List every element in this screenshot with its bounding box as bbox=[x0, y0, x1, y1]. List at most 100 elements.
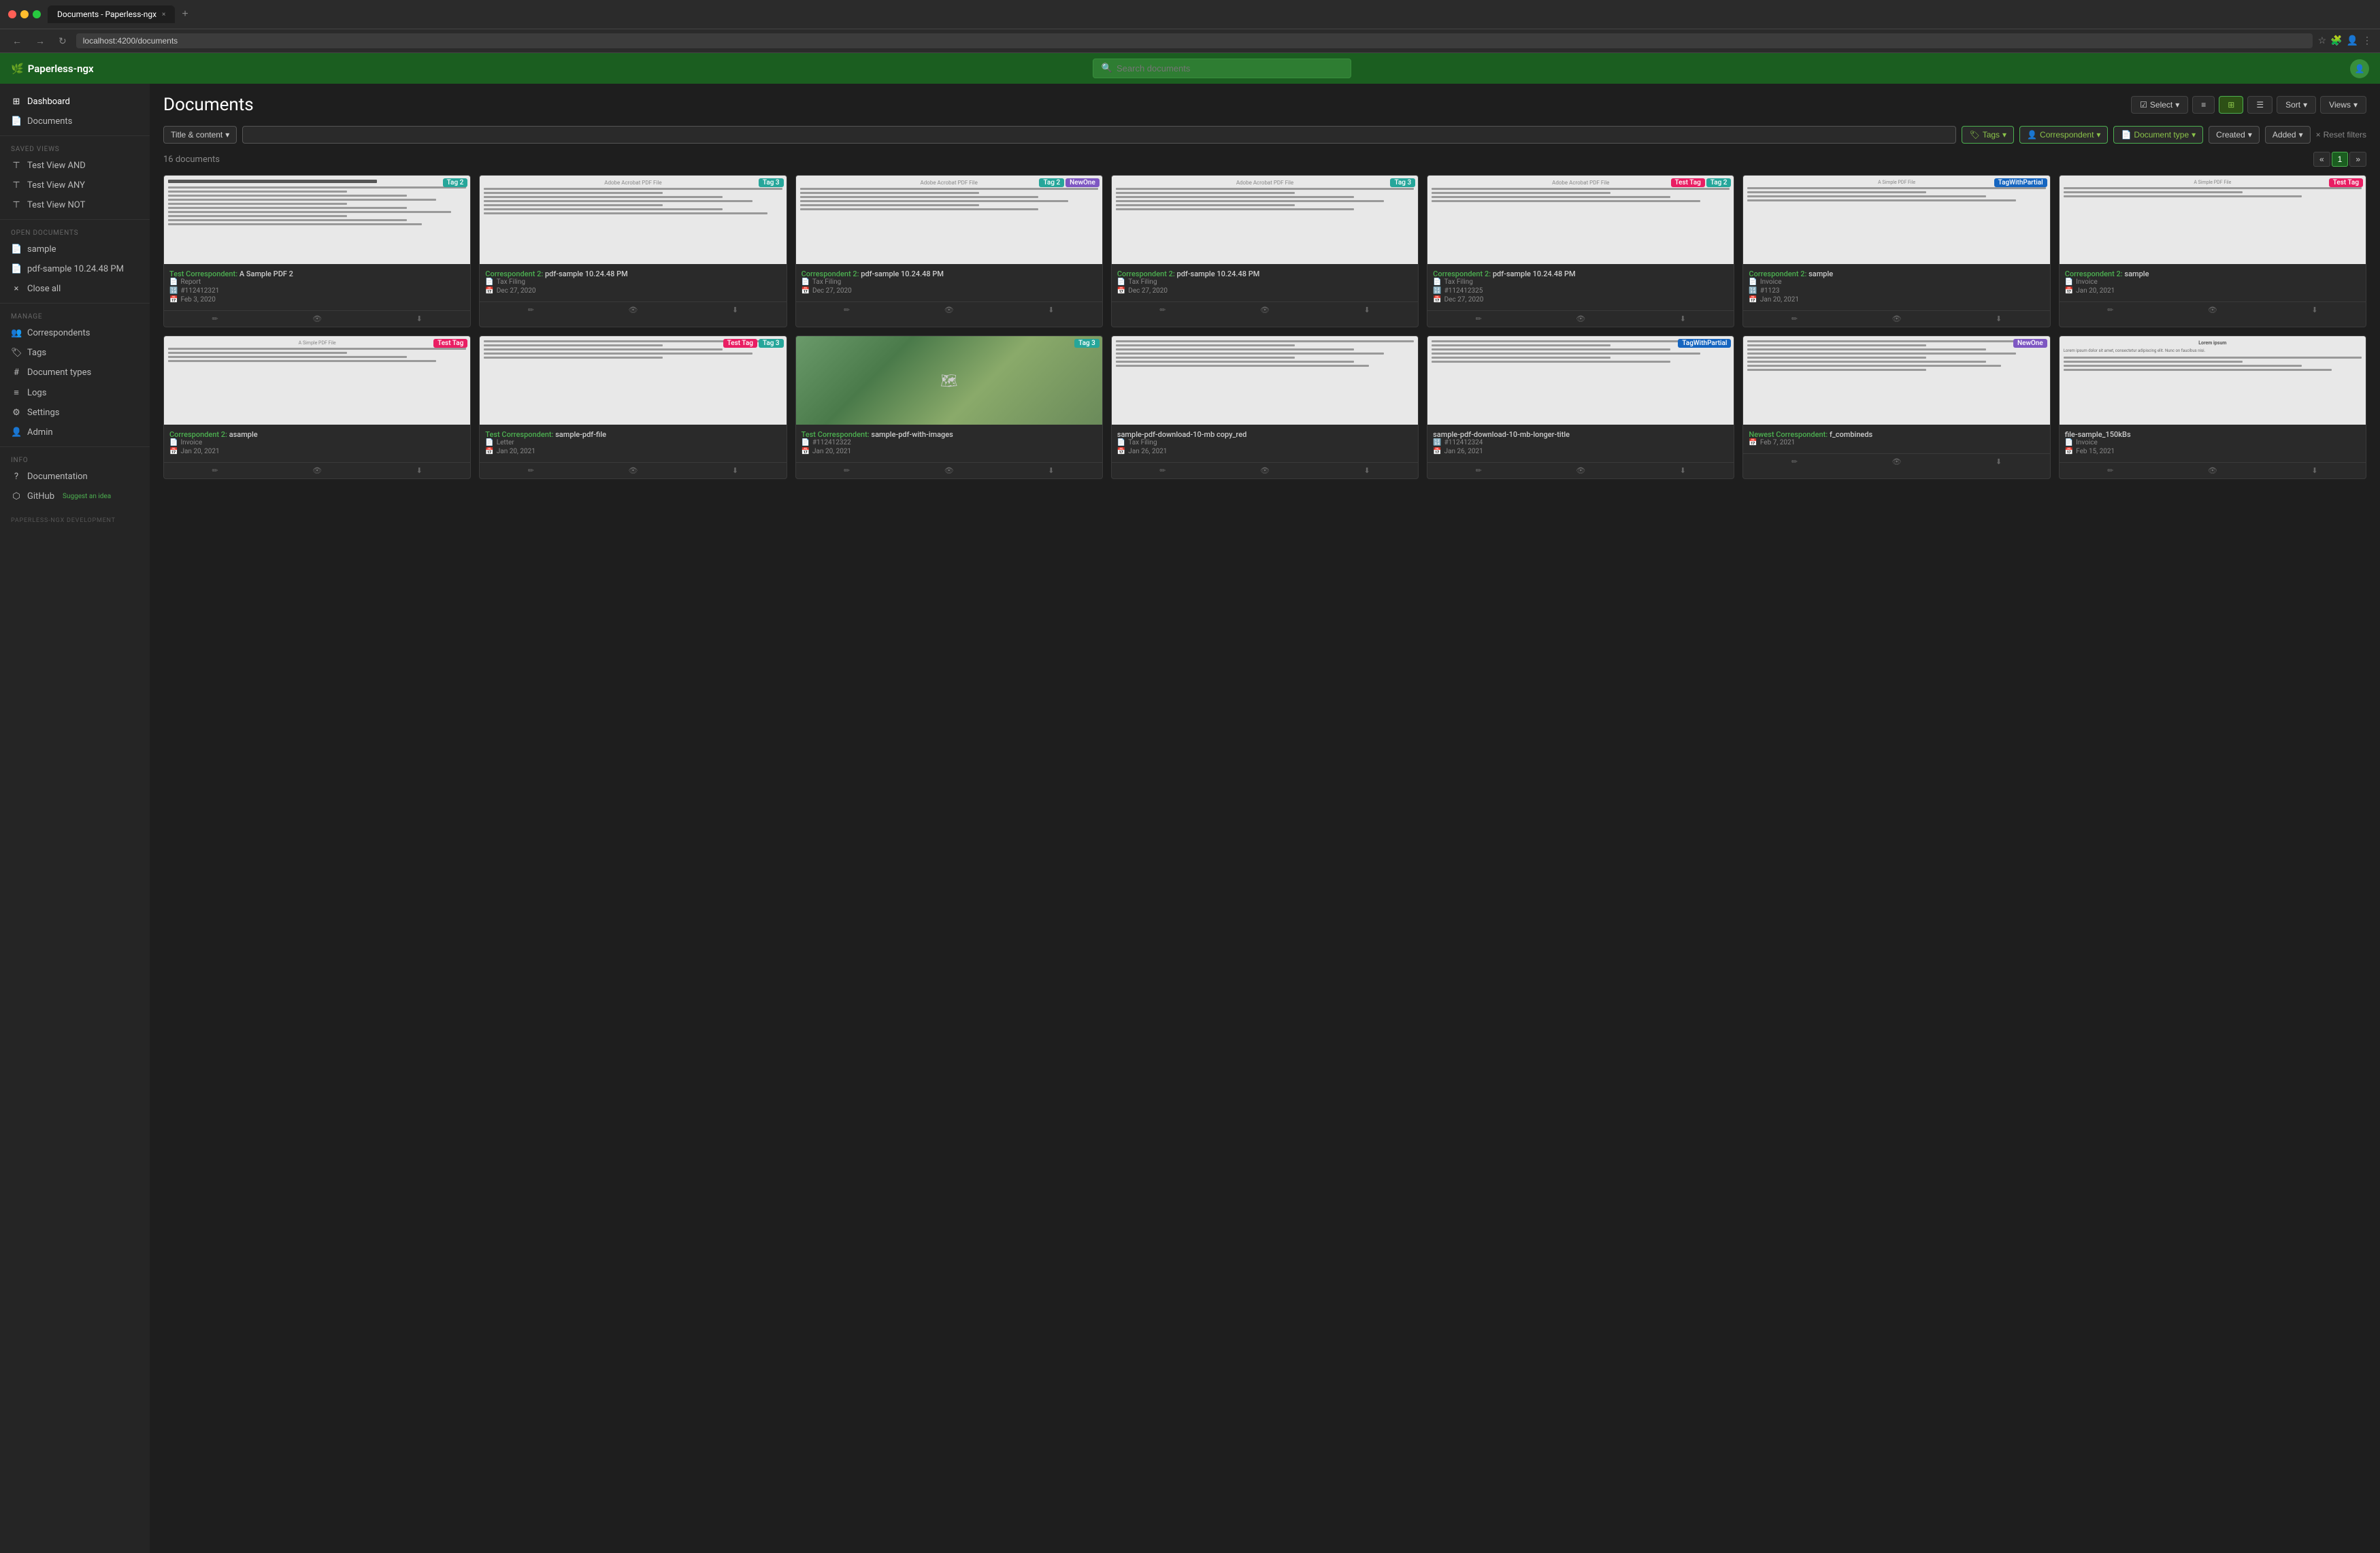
table-row[interactable]: Test Tag Tag 3 Test Correspondent: sampl… bbox=[479, 336, 787, 479]
search-bar[interactable]: 🔍 bbox=[1093, 59, 1351, 78]
sidebar-item-tags[interactable]: 🏷 Tags bbox=[0, 343, 150, 363]
sidebar-item-correspondents[interactable]: 👥 Correspondents bbox=[0, 323, 150, 343]
tab-close-btn[interactable]: × bbox=[162, 11, 165, 18]
preview-btn[interactable]: 👁 bbox=[266, 311, 368, 327]
download-btn[interactable]: ⬇ bbox=[1000, 463, 1102, 478]
edit-btn[interactable]: ✏ bbox=[2060, 302, 2162, 318]
table-row[interactable]: A Simple PDF File TagWithPartial Corresp… bbox=[1742, 175, 2050, 327]
sidebar-item-test-view-and[interactable]: ⊤ Test View AND bbox=[0, 156, 150, 176]
profile-icon[interactable]: 👤 bbox=[2347, 35, 2358, 46]
table-row[interactable]: Tag 2 Test Correspondent: A Sample PDF 2… bbox=[163, 175, 471, 327]
created-filter[interactable]: Created ▾ bbox=[2209, 126, 2260, 144]
back-btn[interactable]: ← bbox=[8, 34, 26, 48]
active-tab[interactable]: Documents - Paperless-ngx × bbox=[48, 5, 175, 23]
download-btn[interactable]: ⬇ bbox=[684, 463, 786, 478]
correspondent-filter[interactable]: 👤 Correspondent ▾ bbox=[2019, 126, 2108, 144]
list-view-btn[interactable]: ≡ bbox=[2192, 96, 2215, 114]
edit-btn[interactable]: ✏ bbox=[480, 302, 582, 318]
sidebar-item-documents[interactable]: 📄 Documents bbox=[0, 112, 150, 131]
edit-btn[interactable]: ✏ bbox=[796, 302, 898, 318]
search-input[interactable] bbox=[1117, 63, 1342, 73]
preview-btn[interactable]: 👁 bbox=[2162, 463, 2264, 478]
bookmark-icon[interactable]: ☆ bbox=[2318, 35, 2327, 46]
preview-btn[interactable]: 👁 bbox=[582, 463, 684, 478]
maximize-traffic-light[interactable] bbox=[33, 10, 41, 18]
edit-btn[interactable]: ✏ bbox=[796, 463, 898, 478]
download-btn[interactable]: ⬇ bbox=[2264, 463, 2366, 478]
preview-btn[interactable]: 👁 bbox=[582, 302, 684, 318]
suggest-link[interactable]: Suggest an idea bbox=[63, 493, 111, 500]
preview-btn[interactable]: 👁 bbox=[1214, 302, 1316, 318]
download-btn[interactable]: ⬇ bbox=[2264, 302, 2366, 318]
sidebar-item-admin[interactable]: 👤 Admin bbox=[0, 423, 150, 442]
edit-btn[interactable]: ✏ bbox=[1112, 463, 1214, 478]
sidebar-item-documentation[interactable]: ? Documentation bbox=[0, 467, 150, 487]
sidebar-item-dashboard[interactable]: ⊞ Dashboard bbox=[0, 92, 150, 112]
preview-btn[interactable]: 👁 bbox=[1846, 454, 1948, 470]
views-btn[interactable]: Views ▾ bbox=[2320, 96, 2366, 114]
download-btn[interactable]: ⬇ bbox=[1316, 463, 1418, 478]
sidebar-item-document-types[interactable]: # Document types bbox=[0, 363, 150, 382]
edit-btn[interactable]: ✏ bbox=[1427, 463, 1530, 478]
sidebar-item-sample[interactable]: 📄 sample bbox=[0, 240, 150, 259]
new-tab-btn[interactable]: + bbox=[178, 8, 192, 20]
extensions-icon[interactable]: 🧩 bbox=[2330, 35, 2342, 46]
edit-btn[interactable]: ✏ bbox=[1112, 302, 1214, 318]
preview-btn[interactable]: 👁 bbox=[266, 463, 368, 478]
detail-view-btn[interactable]: ☰ bbox=[2247, 96, 2272, 114]
select-btn[interactable]: ☑ Select ▾ bbox=[2131, 96, 2188, 114]
download-btn[interactable]: ⬇ bbox=[1632, 463, 1734, 478]
address-bar[interactable] bbox=[76, 33, 2313, 48]
edit-btn[interactable]: ✏ bbox=[1743, 311, 1845, 327]
download-btn[interactable]: ⬇ bbox=[1000, 302, 1102, 318]
document-type-filter[interactable]: 📄 Document type ▾ bbox=[2113, 126, 2203, 144]
sidebar-item-github[interactable]: ⬡ GitHub Suggest an idea bbox=[0, 487, 150, 506]
table-row[interactable]: Adobe Acrobat PDF File Test Tag Tag 2 C bbox=[1427, 175, 1734, 327]
edit-btn[interactable]: ✏ bbox=[164, 311, 266, 327]
edit-btn[interactable]: ✏ bbox=[164, 463, 266, 478]
sidebar-item-pdf-sample[interactable]: 📄 pdf-sample 10.24.48 PM bbox=[0, 259, 150, 279]
grid-view-btn[interactable]: ⊞ bbox=[2219, 96, 2243, 114]
preview-btn[interactable]: 👁 bbox=[898, 302, 1000, 318]
download-btn[interactable]: ⬇ bbox=[1316, 302, 1418, 318]
edit-btn[interactable]: ✏ bbox=[2060, 463, 2162, 478]
table-row[interactable]: Adobe Acrobat PDF File Tag 2 NewOne bbox=[795, 175, 1103, 327]
table-row[interactable]: sample-pdf-download-10-mb copy_red 📄 Tax… bbox=[1111, 336, 1419, 479]
download-btn[interactable]: ⬇ bbox=[684, 302, 786, 318]
sidebar-item-test-view-not[interactable]: ⊤ Test View NOT bbox=[0, 195, 150, 215]
filter-text-input[interactable] bbox=[242, 126, 1956, 144]
tags-filter[interactable]: 🏷 Tags ▾ bbox=[1962, 126, 2014, 144]
forward-btn[interactable]: → bbox=[31, 34, 49, 48]
close-traffic-light[interactable] bbox=[8, 10, 16, 18]
preview-btn[interactable]: 👁 bbox=[1530, 311, 1632, 327]
download-btn[interactable]: ⬇ bbox=[1948, 311, 2050, 327]
preview-btn[interactable]: 👁 bbox=[898, 463, 1000, 478]
preview-btn[interactable]: 👁 bbox=[1846, 311, 1948, 327]
preview-btn[interactable]: 👁 bbox=[2162, 302, 2264, 318]
sidebar-item-settings[interactable]: ⚙ Settings bbox=[0, 403, 150, 423]
user-avatar[interactable]: 👤 bbox=[2350, 59, 2369, 78]
edit-btn[interactable]: ✏ bbox=[1743, 454, 1845, 470]
table-row[interactable]: 🗺 Tag 3 Test Correspondent: sample-pdf-w… bbox=[795, 336, 1103, 479]
download-btn[interactable]: ⬇ bbox=[368, 311, 470, 327]
title-content-filter[interactable]: Title & content ▾ bbox=[163, 126, 237, 144]
preview-btn[interactable]: 👁 bbox=[1214, 463, 1316, 478]
reload-btn[interactable]: ↻ bbox=[54, 34, 71, 48]
next-page-btn[interactable]: » bbox=[2349, 152, 2366, 167]
sidebar-item-test-view-any[interactable]: ⊤ Test View ANY bbox=[0, 176, 150, 195]
table-row[interactable]: NewOne Newest Correspondent: f_combineds… bbox=[1742, 336, 2050, 479]
download-btn[interactable]: ⬇ bbox=[368, 463, 470, 478]
edit-btn[interactable]: ✏ bbox=[1427, 311, 1530, 327]
added-filter[interactable]: Added ▾ bbox=[2265, 126, 2311, 144]
menu-icon[interactable]: ⋮ bbox=[2362, 35, 2372, 46]
table-row[interactable]: A Simple PDF File Test Tag Correspondent… bbox=[163, 336, 471, 479]
prev-page-btn[interactable]: « bbox=[2313, 152, 2330, 167]
edit-btn[interactable]: ✏ bbox=[480, 463, 582, 478]
sidebar-item-close-all[interactable]: × Close all bbox=[0, 279, 150, 299]
table-row[interactable]: TagWithPartial sample-pdf-download-10-mb… bbox=[1427, 336, 1734, 479]
preview-btn[interactable]: 👁 bbox=[1530, 463, 1632, 478]
download-btn[interactable]: ⬇ bbox=[1948, 454, 2050, 470]
download-btn[interactable]: ⬇ bbox=[1632, 311, 1734, 327]
table-row[interactable]: Adobe Acrobat PDF File Tag 3 bbox=[1111, 175, 1419, 327]
page-1-btn[interactable]: 1 bbox=[2332, 152, 2349, 167]
